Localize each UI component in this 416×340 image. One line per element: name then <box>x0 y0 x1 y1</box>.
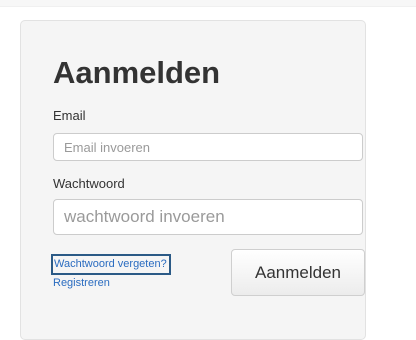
register-link[interactable]: Registreren <box>53 278 110 289</box>
email-field[interactable] <box>53 133 363 161</box>
login-panel: Aanmelden Email Wachtwoord Wachtwoord ve… <box>20 20 366 340</box>
password-field[interactable] <box>53 199 363 235</box>
page-title: Aanmelden <box>53 55 221 90</box>
password-label: Wachtwoord <box>53 176 125 191</box>
email-label: Email <box>53 108 86 123</box>
top-strip <box>0 0 416 7</box>
forgot-password-link[interactable]: Wachtwoord vergeten? <box>51 254 171 275</box>
login-button[interactable]: Aanmelden <box>231 249 365 296</box>
